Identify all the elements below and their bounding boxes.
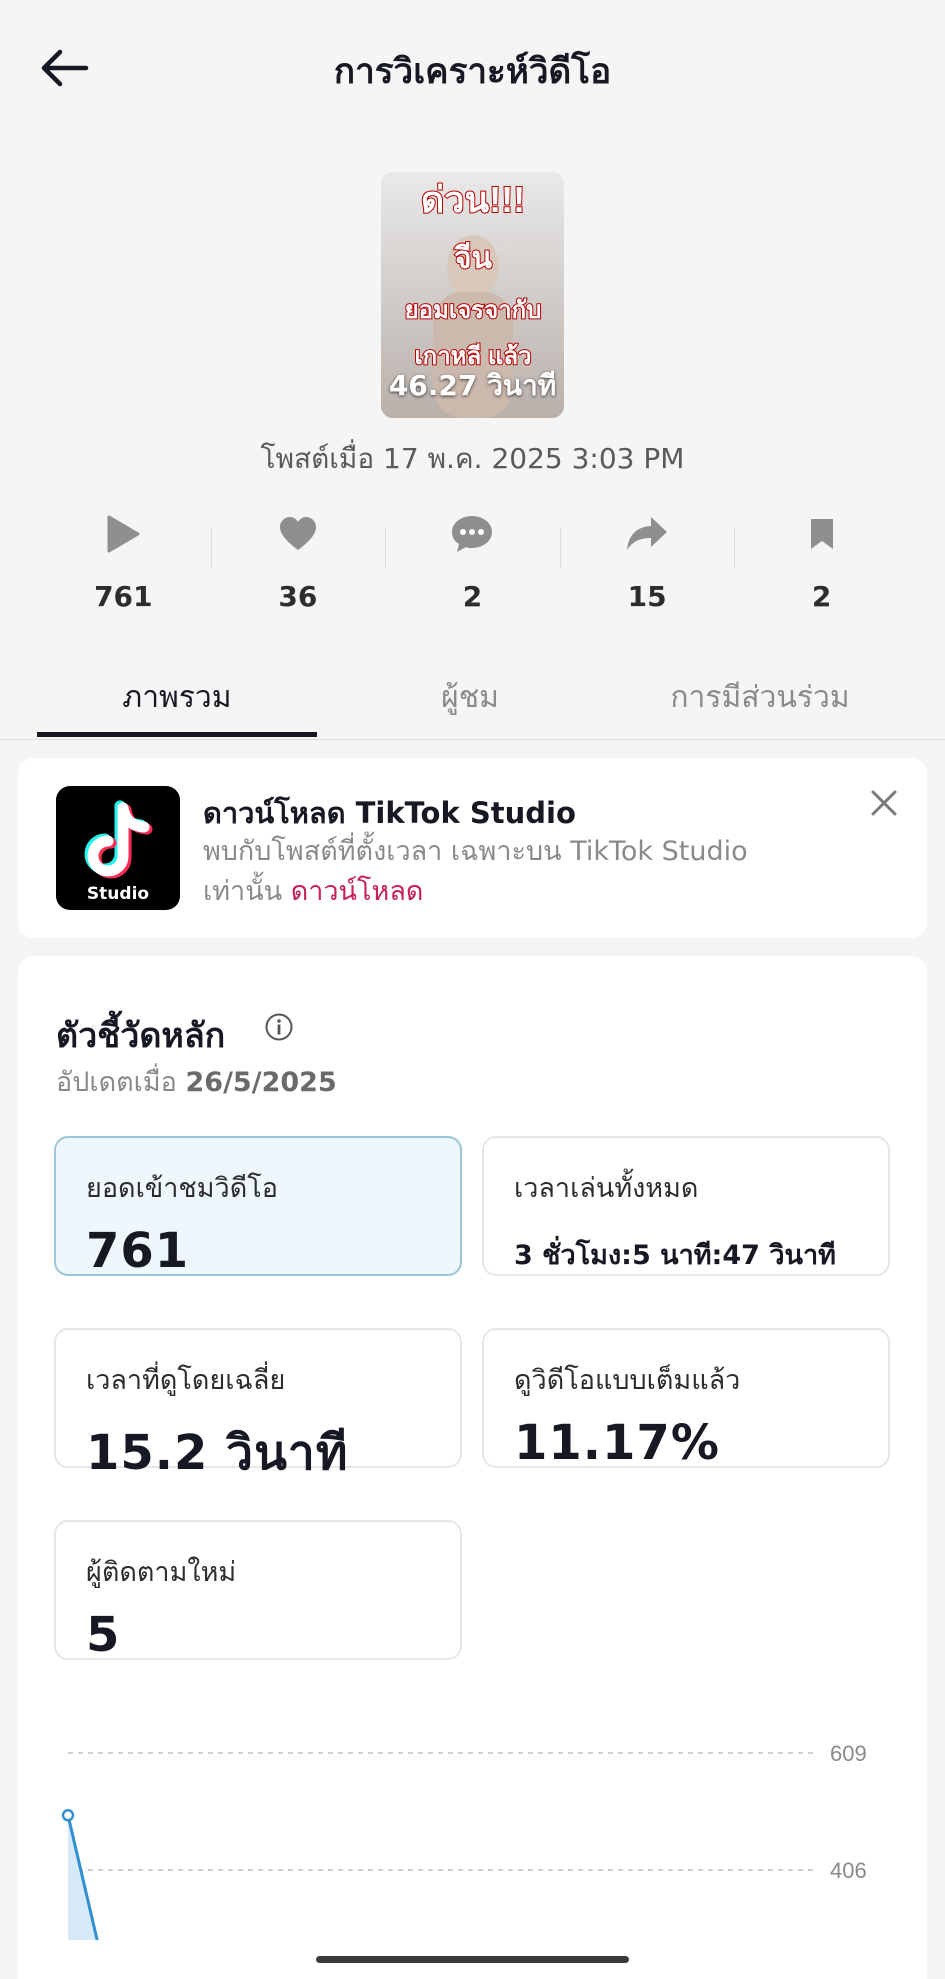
- thumb-line-3: ยอมเจรจากับ: [405, 297, 542, 324]
- metric-value: 11.17%: [514, 1415, 720, 1471]
- tab-overview[interactable]: ภาพรวม: [37, 674, 317, 721]
- tab-audience[interactable]: ผู้ชม: [330, 674, 610, 721]
- stat-value: 761: [94, 580, 153, 613]
- studio-promo-card: Studio ดาวน์โหลด TikTok Studio พบกับโพสต…: [18, 758, 927, 938]
- post-date: โพสต์เมื่อ 17 พ.ค. 2025 3:03 PM: [260, 442, 685, 475]
- download-link[interactable]: ดาวน์โหลด: [291, 876, 424, 907]
- header: การวิเคราะห์วิดีโอ: [0, 0, 945, 140]
- stat-value: 2: [811, 580, 832, 613]
- stat-comments: 2: [385, 510, 560, 620]
- active-tab-indicator: [37, 732, 317, 737]
- promo-text: พบกับโพสต์ที่ตั้งเวลา เฉพาะบน TikTok Stu…: [203, 832, 823, 912]
- stat-shares: 15: [559, 510, 735, 620]
- video-thumbnail[interactable]: ด่วน!!! จีน ยอมเจรจากับ เกาหลี แล้ว 46.2…: [381, 172, 564, 418]
- metric-value: 5: [86, 1607, 121, 1663]
- stat-saves: 2: [734, 510, 909, 620]
- promo-title: ดาวน์โหลด TikTok Studio: [203, 796, 576, 830]
- home-indicator: [316, 1956, 629, 1963]
- info-icon[interactable]: [264, 1012, 294, 1042]
- metric-card-full-video[interactable]: ดูวิดีโอแบบเต็มแล้ว 11.17%: [482, 1328, 890, 1471]
- metric-value: 15.2 วินาที: [86, 1425, 349, 1481]
- metric-label: เวลาที่ดูโดยเฉลี่ย: [86, 1365, 286, 1396]
- metrics-title: ตัวชี้วัดหลัก: [56, 1016, 226, 1056]
- comment-icon: [452, 516, 493, 552]
- tab-engagement[interactable]: การมีส่วนร่วม: [610, 674, 910, 721]
- updated-prefix: อัปเดตเมื่อ: [56, 1067, 177, 1098]
- views-chart: 609 406: [61, 1741, 867, 1940]
- series-area: [68, 1815, 122, 1940]
- play-icon: [107, 515, 140, 553]
- stat-value: 36: [278, 580, 318, 613]
- stats-row: 761 36 2 15 2: [36, 510, 909, 620]
- stat-likes: 36: [210, 510, 386, 620]
- page-title: การวิเคราะห์วิดีโอ: [333, 52, 612, 92]
- stat-views: 761: [36, 510, 211, 620]
- heart-icon: [279, 517, 316, 550]
- tab-bar: ภาพรวม ผู้ชม การมีส่วนร่วม: [0, 660, 945, 740]
- thumb-line-2: จีน: [454, 242, 493, 275]
- video-duration: 46.27 วินาที: [388, 369, 557, 402]
- metric-card-total-playtime[interactable]: เวลาเล่นทั้งหมด 3 ชั่วโมง:5 นาที:47 วินา…: [482, 1136, 890, 1276]
- studio-label: Studio: [86, 884, 150, 904]
- share-icon: [627, 517, 668, 550]
- stat-value: 15: [627, 580, 667, 613]
- close-icon[interactable]: [869, 788, 899, 818]
- tiktok-studio-logo: Studio: [56, 786, 180, 910]
- metric-label: เวลาเล่นทั้งหมด: [514, 1173, 699, 1204]
- metric-card-avg-watch-time[interactable]: เวลาที่ดูโดยเฉลี่ย 15.2 วินาที: [54, 1328, 462, 1481]
- metric-value: 3 ชั่วโมง:5 นาที:47 วินาที: [514, 1240, 836, 1271]
- thumb-line-1: ด่วน!!!: [421, 179, 525, 220]
- metric-card-new-followers[interactable]: ผู้ติดตามใหม่ 5: [54, 1520, 462, 1663]
- metrics-updated: อัปเดตเมื่อ 26/5/2025: [56, 1060, 337, 1103]
- metric-card-views[interactable]: ยอดเข้าชมวิดีโอ 761: [54, 1136, 462, 1279]
- y-tick-406: 406: [830, 1858, 867, 1883]
- metric-label: ยอดเข้าชมวิดีโอ: [86, 1173, 278, 1204]
- metric-value: 761: [86, 1223, 190, 1279]
- promo-description: พบกับโพสต์ที่ตั้งเวลา เฉพาะบน TikTok Stu…: [203, 836, 748, 907]
- metric-label: ดูวิดีโอแบบเต็มแล้ว: [514, 1365, 741, 1396]
- metric-label: ผู้ติดตามใหม่: [86, 1557, 237, 1588]
- bookmark-icon: [810, 519, 833, 549]
- y-tick-609: 609: [830, 1741, 867, 1766]
- updated-date: 26/5/2025: [185, 1067, 337, 1098]
- data-point: [61, 1808, 75, 1822]
- stat-value: 2: [462, 580, 483, 613]
